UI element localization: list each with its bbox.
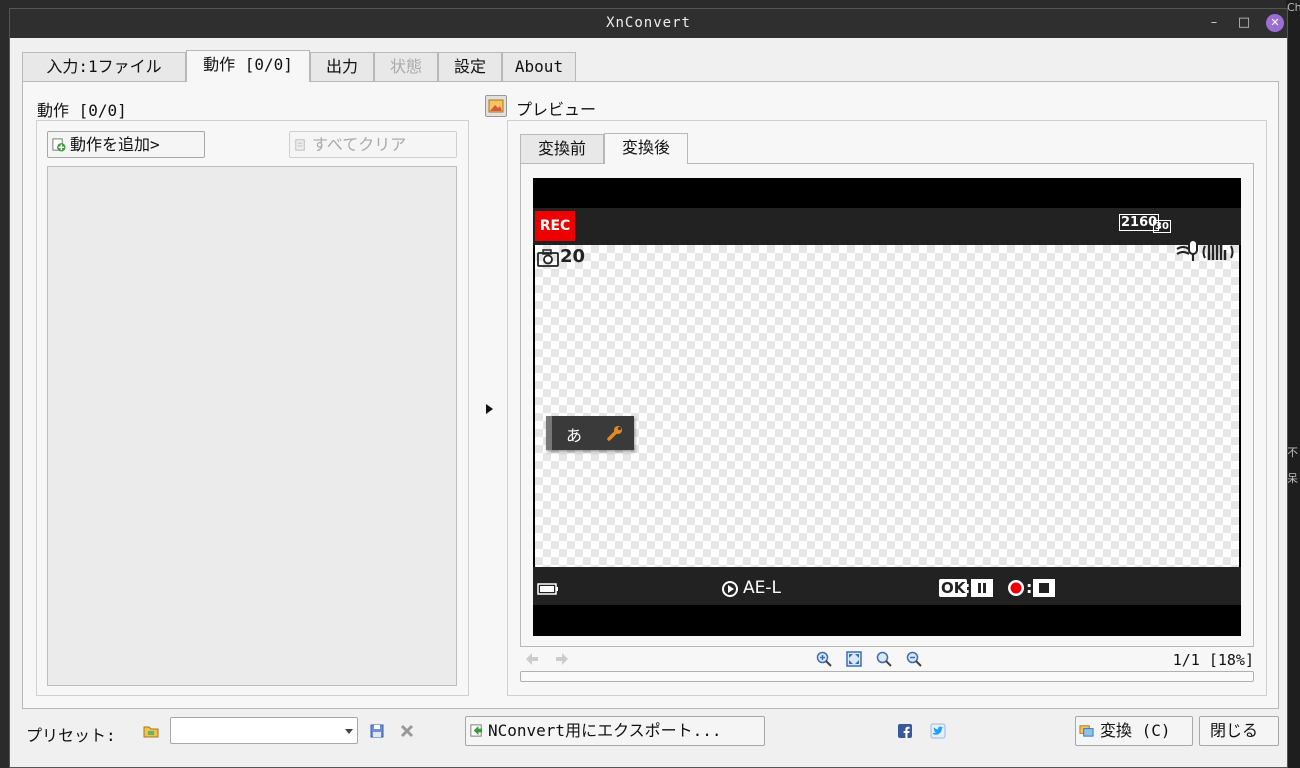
actions-panel: 動作 [0/0] 動作を追加> すべてクリア プレビュー 変換前 変換後 REC… [22, 81, 1279, 709]
tab-after[interactable]: 変換後 [604, 133, 688, 164]
zoom-in-icon[interactable] [816, 651, 832, 667]
clear-all-label: すべてクリア [312, 135, 407, 154]
tab-status: 状態 [374, 52, 438, 81]
preset-select[interactable] [170, 717, 358, 744]
minimize-button[interactable]: – [1205, 14, 1223, 32]
export-nconvert-button[interactable]: NConvert用にエクスポート... [465, 716, 765, 746]
stop-icon [1033, 579, 1055, 597]
maximize-button[interactable]: □ [1235, 14, 1253, 32]
preview-toggle-button[interactable] [485, 95, 507, 117]
pause-icon [971, 579, 993, 597]
tab-output[interactable]: 出力 [310, 52, 374, 81]
record-colon: : [1026, 578, 1033, 597]
tab-actions[interactable]: 動作 [0/0] [186, 50, 310, 82]
add-action-label: 動作を追加> [70, 135, 160, 154]
dial-icon [722, 581, 738, 597]
progress-bar [520, 671, 1254, 682]
add-action-button[interactable]: 動作を追加> [47, 131, 205, 158]
ael-label: AE-L [743, 578, 781, 598]
export-nconvert-label: NConvert用にエクスポート... [488, 721, 722, 740]
shots-count: 20 [560, 246, 586, 267]
desktop-text: Ch [1287, 1, 1300, 14]
actions-group: 動作を追加> すべてクリア [36, 120, 469, 696]
convert-icon [1079, 725, 1094, 737]
actions-group-title: 動作 [0/0] [37, 101, 127, 120]
fit-to-window-icon[interactable] [846, 651, 862, 667]
preview-pane: REC 2160 30 20 あ AE-L OK:: [520, 163, 1254, 647]
facebook-icon[interactable] [897, 723, 913, 739]
preset-label: プリセット: [26, 726, 116, 745]
chevron-down-icon [345, 729, 353, 734]
battery-icon [537, 583, 558, 595]
page-zoom-indicator: 1/1 [18%] [1172, 651, 1254, 669]
desktop-text: 不 [1287, 446, 1298, 459]
app-window: XnConvert – □ ✕ 入力:1ファイル 動作 [0/0] 出力 状態 … [9, 8, 1288, 768]
wrench-icon[interactable] [606, 424, 624, 442]
preview-image[interactable]: REC 2160 30 20 あ AE-L OK:: [533, 178, 1241, 636]
camera-icon [537, 249, 559, 267]
delete-icon[interactable] [399, 723, 415, 739]
clear-all-button: すべてクリア [289, 131, 457, 158]
actions-list[interactable] [47, 166, 457, 686]
panel-toggle-arrow-icon[interactable] [486, 404, 493, 414]
desktop-text: 呆 [1287, 472, 1298, 485]
preview-navigation: 1/1 [18%] [520, 649, 1254, 671]
close-window-button[interactable]: ✕ [1266, 14, 1284, 32]
floating-toolbar[interactable]: あ [546, 416, 634, 450]
convert-label: 変換 (C) [1100, 721, 1171, 740]
desktop-background [1286, 0, 1300, 768]
osd-bottom-bar [533, 567, 1241, 605]
zoom-actual-icon[interactable] [876, 651, 892, 667]
zoom-out-icon[interactable] [906, 651, 922, 667]
save-icon[interactable] [369, 723, 385, 739]
preview-group: 変換前 変換後 REC 2160 30 20 あ AE-L OK:: 1/1… [507, 120, 1267, 696]
tab-before[interactable]: 変換前 [520, 134, 604, 163]
window-title: XnConvert [606, 15, 691, 31]
title-bar: XnConvert – □ ✕ [10, 9, 1287, 38]
export-icon [470, 724, 483, 737]
previous-arrow-icon [526, 653, 538, 665]
framerate-label: 30 [1153, 220, 1171, 233]
close-label: 閉じる [1210, 721, 1259, 740]
add-icon [52, 138, 66, 152]
next-arrow-icon [556, 653, 568, 665]
tab-about[interactable]: About [502, 52, 576, 81]
mic-hand-icon [1176, 239, 1234, 261]
rec-badge: REC [535, 211, 575, 241]
convert-button[interactable]: 変換 (C) [1075, 716, 1193, 746]
ok-colon: : [964, 578, 971, 597]
input-mode-label: あ [566, 426, 583, 445]
twitter-icon[interactable] [930, 723, 946, 739]
image-icon [488, 99, 504, 113]
bottom-bar: プリセット: NConvert用にエクスポート... 変換 (C) 閉じる [10, 709, 1287, 759]
tab-input[interactable]: 入力:1ファイル [22, 52, 186, 81]
preview-title: プレビュー [516, 100, 597, 119]
tab-settings[interactable]: 設定 [438, 52, 502, 81]
record-icon [1008, 580, 1024, 596]
open-folder-icon[interactable] [143, 723, 159, 739]
clear-icon [295, 139, 305, 151]
close-button[interactable]: 閉じる [1199, 716, 1279, 746]
transparent-area [535, 245, 1239, 567]
